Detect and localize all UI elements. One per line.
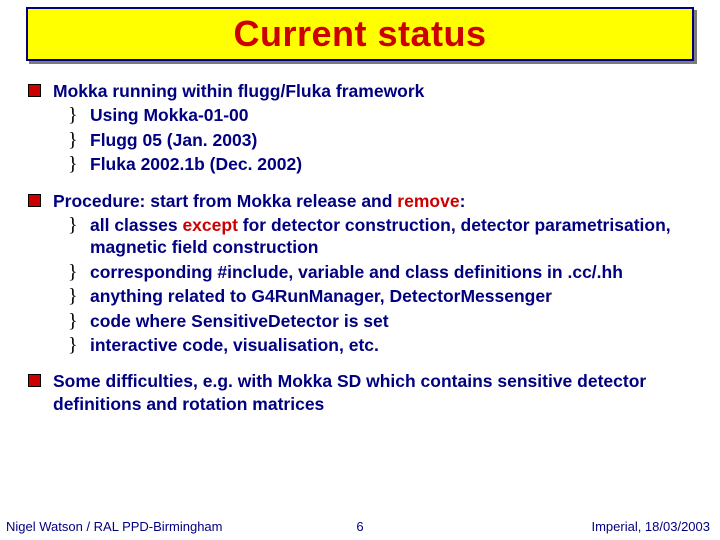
bullet-1-sublist: } Using Mokka-01-00 } Flugg 05 (Jan. 200… [28, 104, 702, 175]
footer-left: Nigel Watson / RAL PPD-Birmingham [6, 519, 223, 534]
brace-icon: } [68, 215, 90, 235]
square-bullet-icon [28, 194, 41, 207]
bullet-1: Mokka running within flugg/Fluka framewo… [28, 80, 702, 176]
sub-bullet-text: corresponding #include, variable and cla… [90, 261, 702, 283]
sub-bullet: } all classes except for detector constr… [68, 214, 702, 259]
brace-icon: } [68, 130, 90, 150]
sub-bullet: } corresponding #include, variable and c… [68, 261, 702, 283]
slide-title-bar: Current status [26, 7, 694, 61]
sub-bullet-text: code where SensitiveDetector is set [90, 310, 702, 332]
brace-icon: } [68, 262, 90, 282]
sub-bullet-text: anything related to G4RunManager, Detect… [90, 285, 702, 307]
sub-bullet-text: interactive code, visualisation, etc. [90, 334, 702, 356]
brace-icon: } [68, 154, 90, 174]
slide-title: Current status [233, 13, 486, 55]
bullet-2-sublist: } all classes except for detector constr… [28, 214, 702, 356]
bullet-3-text: Some difficulties, e.g. with Mokka SD wh… [53, 370, 702, 415]
square-bullet-icon [28, 84, 41, 97]
slide-footer: Nigel Watson / RAL PPD-Birmingham 6 Impe… [0, 519, 720, 534]
sub-bullet: } code where SensitiveDetector is set [68, 310, 702, 332]
brace-icon: } [68, 335, 90, 355]
bullet-2: Procedure: start from Mokka release and … [28, 190, 702, 357]
square-bullet-icon [28, 374, 41, 387]
sub-bullet-text: all classes except for detector construc… [90, 214, 702, 259]
slide-body: Mokka running within flugg/Fluka framewo… [28, 80, 702, 429]
sub-bullet: } Using Mokka-01-00 [68, 104, 702, 126]
footer-right: Imperial, 18/03/2003 [591, 519, 710, 534]
bullet-2-text: Procedure: start from Mokka release and … [53, 190, 702, 212]
sub-bullet: } Flugg 05 (Jan. 2003) [68, 129, 702, 151]
sub-bullet: } interactive code, visualisation, etc. [68, 334, 702, 356]
bullet-1-text: Mokka running within flugg/Fluka framewo… [53, 80, 702, 102]
brace-icon: } [68, 105, 90, 125]
title-box: Current status [26, 7, 694, 61]
sub-bullet: } anything related to G4RunManager, Dete… [68, 285, 702, 307]
sub-bullet-text: Flugg 05 (Jan. 2003) [90, 129, 702, 151]
sub-bullet: } Fluka 2002.1b (Dec. 2002) [68, 153, 702, 175]
footer-page-number: 6 [356, 519, 363, 534]
sub-bullet-text: Fluka 2002.1b (Dec. 2002) [90, 153, 702, 175]
bullet-3: Some difficulties, e.g. with Mokka SD wh… [28, 370, 702, 415]
brace-icon: } [68, 286, 90, 306]
brace-icon: } [68, 311, 90, 331]
sub-bullet-text: Using Mokka-01-00 [90, 104, 702, 126]
